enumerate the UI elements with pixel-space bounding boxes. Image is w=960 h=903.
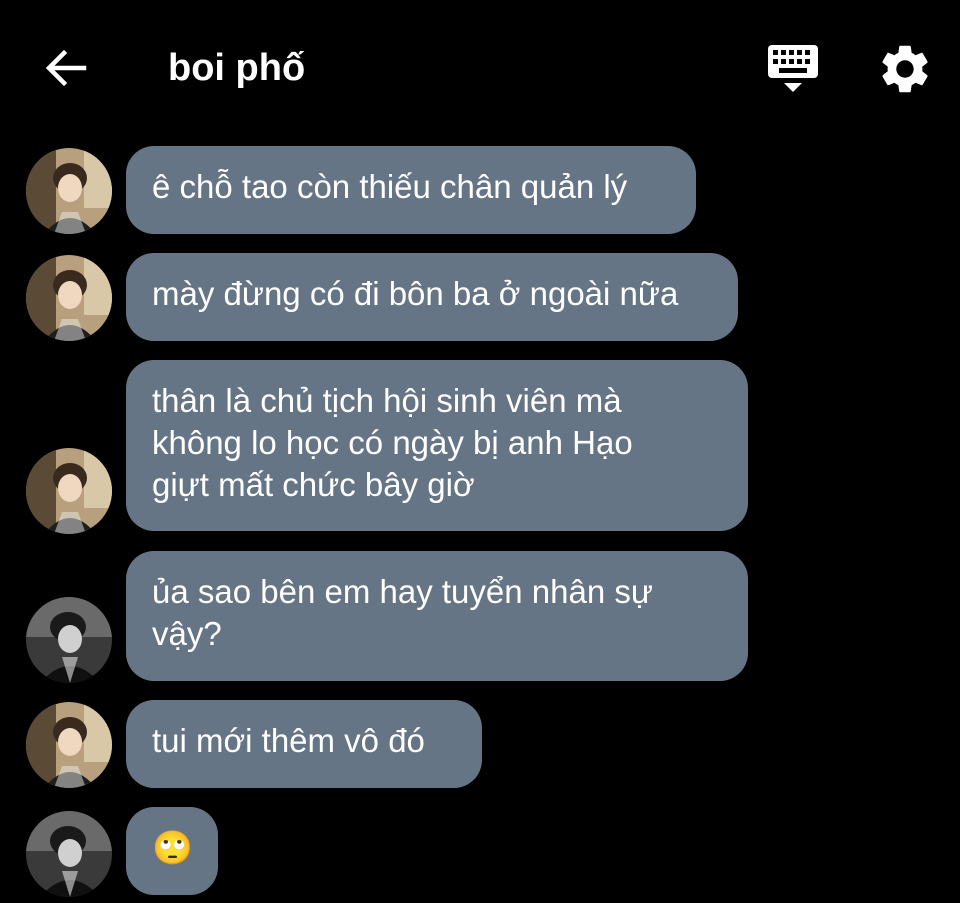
keyboard-icon	[768, 45, 818, 92]
message-text: ê chỗ tao còn thiếu chân quản lý	[152, 168, 628, 205]
message-bubble: 🙄	[126, 807, 218, 895]
message-bubble: tui mới thêm vô đó	[126, 700, 482, 788]
settings-button[interactable]	[876, 40, 934, 98]
avatar[interactable]	[26, 148, 112, 234]
avatar[interactable]	[26, 702, 112, 788]
avatar[interactable]	[26, 597, 112, 683]
avatar-photo	[26, 811, 112, 897]
avatar-photo	[26, 597, 112, 683]
message-text: tui mới thêm vô đó	[152, 722, 425, 759]
message-text: ủa sao bên em hay tuyển nhân sự	[152, 573, 653, 610]
arrow-left-icon	[45, 49, 87, 87]
avatar-photo	[26, 255, 112, 341]
message-bubble: mày đừng có đi bôn ba ở ngoài nữa	[126, 253, 738, 341]
message-text: không lo học có ngày bị anh Hạo	[152, 424, 633, 461]
avatar[interactable]	[26, 255, 112, 341]
avatar-photo	[26, 148, 112, 234]
message-bubble: thân là chủ tịch hội sinh viên mà không …	[126, 360, 748, 531]
message-text: thân là chủ tịch hội sinh viên mà	[152, 382, 622, 419]
back-button[interactable]	[40, 42, 92, 94]
avatar[interactable]	[26, 448, 112, 534]
chat-header: boi phố	[0, 0, 960, 130]
chat-title: boi phố	[168, 47, 306, 89]
message-text: giựt mất chức bây giờ	[152, 466, 475, 503]
avatar-photo	[26, 448, 112, 534]
message-text: vậy?	[152, 615, 222, 652]
message-bubble: ê chỗ tao còn thiếu chân quản lý	[126, 146, 696, 234]
keyboard-button[interactable]	[764, 40, 822, 98]
message-text: mày đừng có đi bôn ba ở ngoài nữa	[152, 275, 679, 312]
emoji-text: 🙄	[152, 829, 194, 866]
gear-icon	[882, 45, 928, 93]
message-bubble: ủa sao bên em hay tuyển nhân sự vậy?	[126, 551, 748, 681]
avatar[interactable]	[26, 811, 112, 897]
avatar-photo	[26, 702, 112, 788]
